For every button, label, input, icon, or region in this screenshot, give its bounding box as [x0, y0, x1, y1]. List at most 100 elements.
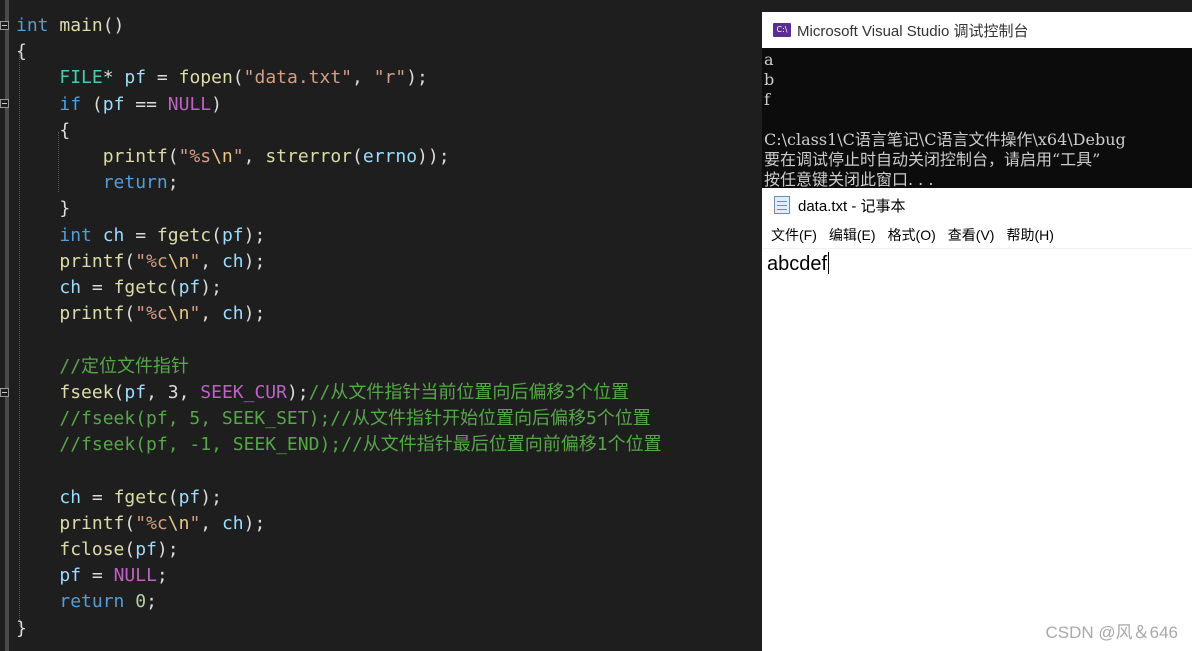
code-line[interactable]: { — [16, 39, 27, 65]
code-token: ch — [59, 277, 82, 298]
code-line[interactable]: //fseek(pf, 5, SEEK_SET);//从文件指针开始位置向后偏移… — [16, 406, 651, 432]
code-token: ; — [146, 591, 157, 613]
notepad-menubar: 文件(F) 编辑(E) 格式(O) 查看(V) 帮助(H) — [762, 222, 1192, 249]
code-line[interactable]: printf("%c\n", ch); — [16, 301, 265, 327]
code-line[interactable]: fseek(pf, 3, SEEK_CUR);//从文件指针当前位置向后偏移3个… — [16, 380, 629, 406]
notepad-titlebar[interactable]: data.txt - 记事本 — [762, 188, 1192, 222]
console-app-icon: C:\ — [773, 23, 791, 37]
code-token: , — [352, 67, 374, 89]
code-token: errno — [362, 146, 418, 167]
fold-toggle-icon[interactable] — [0, 99, 9, 108]
debug-console-window[interactable]: C:\ Microsoft Visual Studio 调试控制台 a b f … — [762, 12, 1192, 188]
code-token: pf — [59, 565, 82, 587]
code-token: " — [189, 303, 201, 325]
code-token: = — [81, 565, 114, 587]
code-line[interactable]: FILE* pf = fopen("data.txt", "r"); — [16, 65, 428, 91]
code-token: pf — [221, 224, 244, 246]
code-line[interactable]: return; — [16, 170, 179, 196]
code-line[interactable]: //定位文件指针 — [16, 354, 189, 380]
code-token: pf — [135, 539, 157, 560]
code-token: ( — [167, 277, 179, 298]
code-token: " — [189, 512, 201, 534]
code-line[interactable]: return 0; — [16, 589, 157, 615]
code-token: * — [102, 67, 125, 89]
code-line[interactable]: printf("%s\n", strerror(errno)); — [16, 144, 450, 170]
code-token: ( — [352, 146, 363, 167]
menu-view[interactable]: 查看(V) — [943, 223, 1000, 247]
code-token: pf — [178, 277, 201, 298]
menu-edit[interactable]: 编辑(E) — [824, 223, 881, 247]
console-title: Microsoft Visual Studio 调试控制台 — [797, 22, 1029, 40]
code-line[interactable]: ch = fgetc(pf); — [16, 275, 222, 301]
code-token: NULL — [113, 565, 157, 587]
fold-toggle-icon[interactable] — [0, 388, 9, 397]
code-token: ); — [243, 250, 266, 272]
code-token: main — [59, 15, 103, 36]
code-line[interactable]: pf = NULL; — [16, 563, 167, 589]
code-token: //定位文件指针 — [59, 355, 190, 377]
code-token: FILE — [59, 67, 103, 89]
code-line[interactable]: printf("%c\n", ch); — [16, 511, 265, 537]
code-token: " — [189, 250, 201, 272]
code-token: ); — [406, 67, 428, 89]
code-line[interactable]: int main() — [16, 13, 124, 39]
code-token: ); — [156, 539, 179, 560]
code-line[interactable]: //fseek(pf, -1, SEEK_END);//从文件指针最后位置向前偏… — [16, 432, 661, 458]
fold-toggle-icon[interactable] — [0, 21, 9, 30]
code-token: ; — [167, 172, 179, 194]
code-token: ( — [124, 303, 136, 325]
notepad-text-area[interactable]: abcdef — [762, 249, 1192, 651]
console-titlebar[interactable]: C:\ Microsoft Visual Studio 调试控制台 — [762, 12, 1192, 48]
code-token: NULL — [167, 93, 212, 115]
code-token: int — [59, 224, 92, 246]
code-token: \n — [167, 512, 190, 534]
code-token: , 3, — [146, 381, 201, 403]
menu-help[interactable]: 帮助(H) — [1001, 223, 1058, 247]
code-line[interactable]: ch = fgetc(pf); — [16, 485, 222, 511]
code-line[interactable]: { — [16, 118, 70, 144]
code-token: SEEK_CUR — [200, 381, 287, 403]
code-token: fgetc — [113, 486, 168, 508]
code-token: \n — [167, 250, 190, 272]
code-editor[interactable]: int main(){ FILE* pf = fopen("data.txt",… — [0, 0, 762, 651]
code-token: ( — [113, 381, 125, 403]
code-token: //fseek(pf, 5, SEEK_SET);//从文件指针开始位置向后偏移… — [59, 408, 651, 429]
code-token: return — [59, 591, 125, 613]
code-token: } — [16, 198, 71, 220]
code-token: () — [102, 15, 125, 36]
code-token: fclose — [59, 539, 125, 560]
code-line[interactable]: } — [16, 616, 27, 642]
code-token: == — [124, 93, 168, 115]
code-token: if — [59, 93, 82, 115]
code-token: ); — [200, 277, 222, 298]
code-line[interactable]: if (pf == NULL) — [16, 92, 222, 118]
code-token: = — [81, 486, 114, 508]
code-token: ) — [211, 93, 222, 115]
text-caret — [828, 252, 830, 274]
code-token: //从文件指针当前位置向后偏移3个位置 — [308, 381, 630, 403]
code-token: , — [200, 512, 222, 534]
code-token: int — [16, 15, 49, 36]
code-token: ); — [243, 303, 266, 325]
code-line[interactable]: int ch = fgetc(pf); — [16, 223, 265, 249]
code-token: )); — [417, 146, 450, 167]
code-line[interactable]: printf("%c\n", ch); — [16, 249, 265, 275]
menu-file[interactable]: 文件(F) — [766, 223, 822, 247]
code-token: ( — [124, 512, 136, 534]
menu-format[interactable]: 格式(O) — [883, 223, 941, 247]
notepad-window[interactable]: data.txt - 记事本 文件(F) 编辑(E) 格式(O) 查看(V) 帮… — [762, 188, 1192, 651]
code-token: ( — [232, 67, 244, 89]
code-line[interactable]: fclose(pf); — [16, 537, 179, 563]
code-line[interactable]: } — [16, 196, 70, 222]
